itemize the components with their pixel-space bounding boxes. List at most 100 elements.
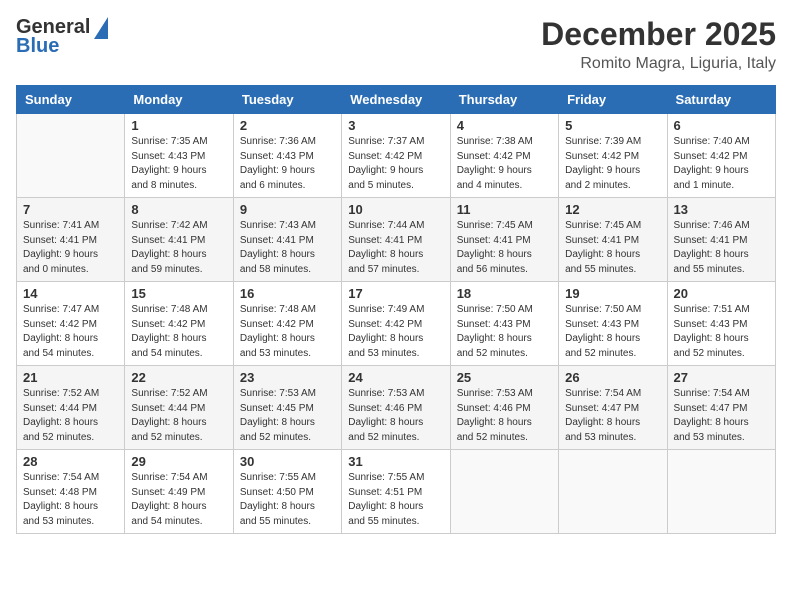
day-info: Sunrise: 7:43 AM Sunset: 4:41 PM Dayligh… xyxy=(240,219,335,277)
day-number: 18 xyxy=(457,286,552,301)
calendar-cell: 5Sunrise: 7:39 AM Sunset: 4:42 PM Daylig… xyxy=(559,114,667,198)
month-title: December 2025 xyxy=(541,16,776,53)
calendar-cell: 2 Sunrise: 7:36 AM Sunset: 4:43 PM Daylig… xyxy=(233,114,341,198)
calendar-cell: 7 Sunrise: 7:41 AM Sunset: 4:41 PM Daylig… xyxy=(17,198,125,282)
calendar-cell xyxy=(667,450,775,534)
page-header: General Blue December 2025 Romito Magra,… xyxy=(16,16,776,73)
day-info: Sunrise: 7:55 AM Sunset: 4:51 PM Dayligh… xyxy=(348,471,443,529)
calendar-cell: 22 Sunrise: 7:52 AM Sunset: 4:44 PM Dayli… xyxy=(125,366,233,450)
calendar-day-header-saturday: Saturday xyxy=(667,86,775,114)
calendar-cell: 1 Sunrise: 7:35 AM Sunset: 4:43 PM Daylig… xyxy=(125,114,233,198)
calendar-day-header-wednesday: Wednesday xyxy=(342,86,450,114)
day-number: 24 xyxy=(348,370,443,385)
calendar-week-row-5: 28 Sunrise: 7:54 AM Sunset: 4:48 PM Dayli… xyxy=(17,450,776,534)
day-info: Sunrise: 7:53 AM Sunset: 4:45 PM Dayligh… xyxy=(240,387,335,445)
day-info: Sunrise: 7:49 AM Sunset: 4:42 PM Dayligh… xyxy=(348,303,443,361)
day-number: 17 xyxy=(348,286,443,301)
calendar-cell: 16 Sunrise: 7:48 AM Sunset: 4:42 PM Dayli… xyxy=(233,282,341,366)
calendar-cell: 14 Sunrise: 7:47 AM Sunset: 4:42 PM Dayli… xyxy=(17,282,125,366)
calendar-cell xyxy=(559,450,667,534)
day-number: 8 xyxy=(131,202,226,217)
calendar-cell: 6 Sunrise: 7:40 AM Sunset: 4:42 PM Daylig… xyxy=(667,114,775,198)
day-number: 13 xyxy=(674,202,769,217)
day-info: Sunrise: 7:40 AM Sunset: 4:42 PM Dayligh… xyxy=(674,135,769,193)
logo-triangle-icon xyxy=(94,17,108,39)
calendar-cell: 30Sunrise: 7:55 AM Sunset: 4:50 PM Dayli… xyxy=(233,450,341,534)
calendar-cell: 21Sunrise: 7:52 AM Sunset: 4:44 PM Dayli… xyxy=(17,366,125,450)
day-number: 27 xyxy=(674,370,769,385)
day-info: Sunrise: 7:39 AM Sunset: 4:42 PM Dayligh… xyxy=(565,135,660,193)
day-number: 26 xyxy=(565,370,660,385)
calendar-cell: 19Sunrise: 7:50 AM Sunset: 4:43 PM Dayli… xyxy=(559,282,667,366)
calendar-week-row-1: 1 Sunrise: 7:35 AM Sunset: 4:43 PM Daylig… xyxy=(17,114,776,198)
calendar-table: SundayMondayTuesdayWednesdayThursdayFrid… xyxy=(16,85,776,534)
day-info: Sunrise: 7:44 AM Sunset: 4:41 PM Dayligh… xyxy=(348,219,443,277)
day-info: Sunrise: 7:53 AM Sunset: 4:46 PM Dayligh… xyxy=(348,387,443,445)
calendar-day-header-sunday: Sunday xyxy=(17,86,125,114)
day-info: Sunrise: 7:48 AM Sunset: 4:42 PM Dayligh… xyxy=(240,303,335,361)
day-info: Sunrise: 7:35 AM Sunset: 4:43 PM Dayligh… xyxy=(131,135,226,193)
calendar-day-header-tuesday: Tuesday xyxy=(233,86,341,114)
day-info: Sunrise: 7:48 AM Sunset: 4:42 PM Dayligh… xyxy=(131,303,226,361)
day-number: 1 xyxy=(131,118,226,133)
day-info: Sunrise: 7:54 AM Sunset: 4:48 PM Dayligh… xyxy=(23,471,118,529)
day-info: Sunrise: 7:54 AM Sunset: 4:47 PM Dayligh… xyxy=(565,387,660,445)
day-info: Sunrise: 7:50 AM Sunset: 4:43 PM Dayligh… xyxy=(457,303,552,361)
day-number: 31 xyxy=(348,454,443,469)
day-number: 22 xyxy=(131,370,226,385)
location: Romito Magra, Liguria, Italy xyxy=(541,55,776,73)
day-number: 10 xyxy=(348,202,443,217)
day-number: 19 xyxy=(565,286,660,301)
day-info: Sunrise: 7:45 AM Sunset: 4:41 PM Dayligh… xyxy=(457,219,552,277)
calendar-cell: 11 Sunrise: 7:45 AM Sunset: 4:41 PM Dayli… xyxy=(450,198,558,282)
day-number: 14 xyxy=(23,286,118,301)
calendar-cell: 29Sunrise: 7:54 AM Sunset: 4:49 PM Dayli… xyxy=(125,450,233,534)
calendar-cell: 3Sunrise: 7:37 AM Sunset: 4:42 PM Daylig… xyxy=(342,114,450,198)
day-info: Sunrise: 7:47 AM Sunset: 4:42 PM Dayligh… xyxy=(23,303,118,361)
calendar-header-row: SundayMondayTuesdayWednesdayThursdayFrid… xyxy=(17,86,776,114)
day-number: 7 xyxy=(23,202,118,217)
day-number: 12 xyxy=(565,202,660,217)
day-info: Sunrise: 7:36 AM Sunset: 4:43 PM Dayligh… xyxy=(240,135,335,193)
calendar-week-row-4: 21 Sunrise: 7:52 AM Sunset: 4:44 PM Dayli… xyxy=(17,366,776,450)
day-number: 2 xyxy=(240,118,335,133)
calendar-cell: 10 Sunrise: 7:44 AM Sunset: 4:41 PM Dayli… xyxy=(342,198,450,282)
calendar-cell: 24 Sunrise: 7:53 AM Sunset: 4:46 PM Dayli… xyxy=(342,366,450,450)
calendar-day-header-thursday: Thursday xyxy=(450,86,558,114)
calendar-day-header-friday: Friday xyxy=(559,86,667,114)
day-number: 28 xyxy=(23,454,118,469)
logo-blue-text: Blue xyxy=(16,35,59,58)
calendar-cell: 27 Sunrise: 7:54 AM Sunset: 4:47 PM Dayli… xyxy=(667,366,775,450)
day-number: 29 xyxy=(131,454,226,469)
calendar-cell: 26 Sunrise: 7:54 AM Sunset: 4:47 PM Dayli… xyxy=(559,366,667,450)
day-number: 21 xyxy=(23,370,118,385)
title-block: December 2025 Romito Magra, Liguria, Ita… xyxy=(541,16,776,73)
calendar-cell: 17 Sunrise: 7:49 AM Sunset: 4:42 PM Dayli… xyxy=(342,282,450,366)
day-info: Sunrise: 7:37 AM Sunset: 4:42 PM Dayligh… xyxy=(348,135,443,193)
calendar-cell: 12 Sunrise: 7:45 AM Sunset: 4:41 PM Dayli… xyxy=(559,198,667,282)
calendar-cell: 28 Sunrise: 7:54 AM Sunset: 4:48 PM Dayli… xyxy=(17,450,125,534)
calendar-cell: 25Sunrise: 7:53 AM Sunset: 4:46 PM Dayli… xyxy=(450,366,558,450)
calendar-cell: 18 Sunrise: 7:50 AM Sunset: 4:43 PM Dayli… xyxy=(450,282,558,366)
calendar-cell: 8 Sunrise: 7:42 AM Sunset: 4:41 PM Daylig… xyxy=(125,198,233,282)
calendar-cell xyxy=(17,114,125,198)
day-number: 6 xyxy=(674,118,769,133)
day-info: Sunrise: 7:46 AM Sunset: 4:41 PM Dayligh… xyxy=(674,219,769,277)
day-info: Sunrise: 7:54 AM Sunset: 4:47 PM Dayligh… xyxy=(674,387,769,445)
day-info: Sunrise: 7:45 AM Sunset: 4:41 PM Dayligh… xyxy=(565,219,660,277)
day-info: Sunrise: 7:42 AM Sunset: 4:41 PM Dayligh… xyxy=(131,219,226,277)
day-info: Sunrise: 7:41 AM Sunset: 4:41 PM Dayligh… xyxy=(23,219,118,277)
calendar-cell: 9Sunrise: 7:43 AM Sunset: 4:41 PM Daylig… xyxy=(233,198,341,282)
day-info: Sunrise: 7:52 AM Sunset: 4:44 PM Dayligh… xyxy=(131,387,226,445)
day-info: Sunrise: 7:38 AM Sunset: 4:42 PM Dayligh… xyxy=(457,135,552,193)
day-info: Sunrise: 7:51 AM Sunset: 4:43 PM Dayligh… xyxy=(674,303,769,361)
day-number: 20 xyxy=(674,286,769,301)
day-number: 4 xyxy=(457,118,552,133)
logo: General Blue xyxy=(16,16,108,58)
day-number: 16 xyxy=(240,286,335,301)
calendar-cell: 20 Sunrise: 7:51 AM Sunset: 4:43 PM Dayli… xyxy=(667,282,775,366)
calendar-cell: 4 Sunrise: 7:38 AM Sunset: 4:42 PM Daylig… xyxy=(450,114,558,198)
day-number: 11 xyxy=(457,202,552,217)
calendar-cell xyxy=(450,450,558,534)
calendar-cell: 31 Sunrise: 7:55 AM Sunset: 4:51 PM Dayli… xyxy=(342,450,450,534)
